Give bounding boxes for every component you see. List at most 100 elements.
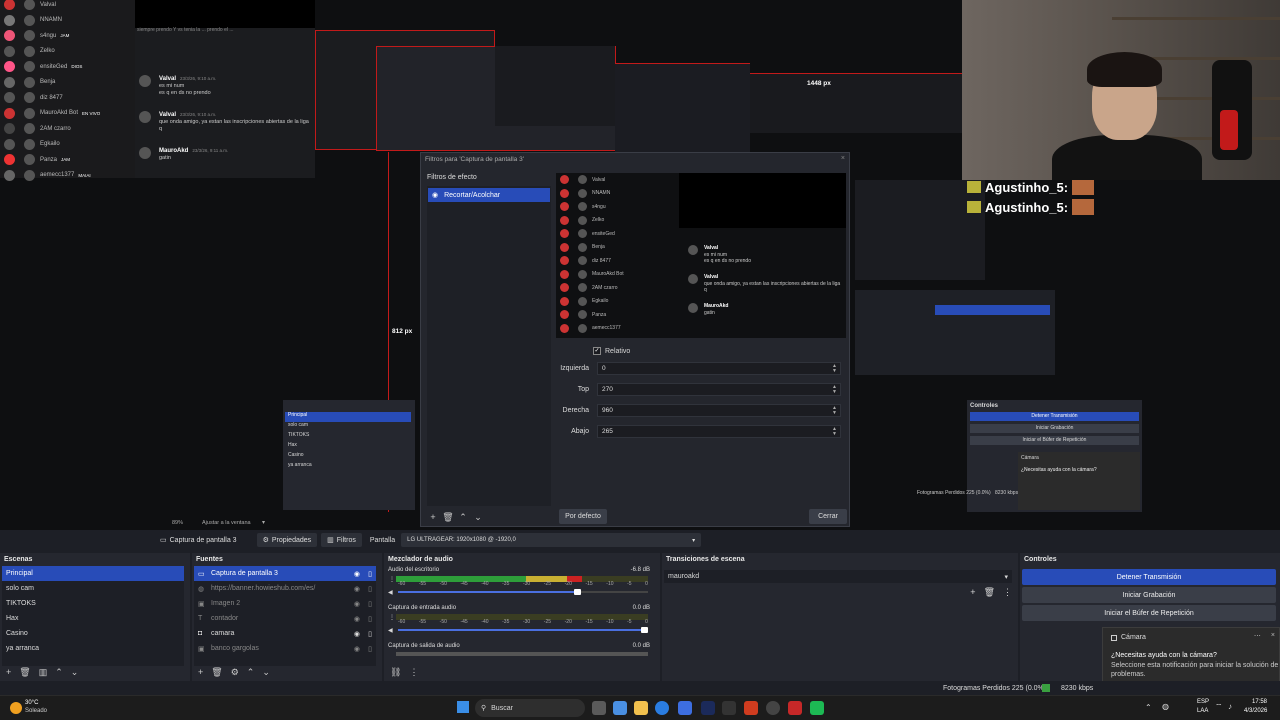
mute-icon[interactable]: ◀ bbox=[388, 589, 393, 596]
windows-start-icon[interactable] bbox=[457, 701, 469, 713]
transition-select[interactable]: mauroakd ▾ bbox=[664, 570, 1012, 583]
lang-secondary[interactable]: LAA bbox=[1197, 708, 1208, 714]
source-item[interactable]: ◍ https://banner.howieshub.com/es/ ◉ ▯ bbox=[194, 581, 376, 596]
chevron-up-icon[interactable]: ⌃ bbox=[1145, 703, 1152, 712]
taskbar-search[interactable]: ⚲ Buscar bbox=[475, 699, 585, 717]
volume-slider[interactable] bbox=[398, 627, 648, 633]
scene-item[interactable]: Hax bbox=[2, 611, 184, 626]
chevron-down-icon[interactable]: ▾ bbox=[262, 519, 265, 526]
screen-select[interactable]: LG ULTRAGEAR: 1920x1080 @ -1920,0 ▾ bbox=[401, 533, 702, 547]
app-icon[interactable] bbox=[788, 701, 802, 715]
lock-icon[interactable]: ▯ bbox=[368, 600, 372, 608]
crop-right-input[interactable]: 960 ▲ ▼ bbox=[597, 404, 841, 417]
mute-icon[interactable]: ◀ bbox=[388, 627, 393, 634]
camera-notification[interactable]: Cámara ⋯ × ¿Necesitas ayuda con la cámar… bbox=[1102, 627, 1280, 685]
browser-icon[interactable] bbox=[613, 701, 627, 715]
scene-item[interactable]: Principal bbox=[2, 566, 184, 581]
brave-icon[interactable] bbox=[744, 701, 758, 715]
wifi-icon[interactable]: ⌔ bbox=[1215, 702, 1223, 712]
eye-icon[interactable]: ◉ bbox=[354, 600, 360, 608]
spin-arrows-icon[interactable]: ▲ ▼ bbox=[832, 385, 837, 395]
close-icon[interactable]: × bbox=[841, 155, 845, 162]
clock-time[interactable]: 17:58 bbox=[1252, 699, 1267, 705]
lock-icon[interactable]: ▯ bbox=[368, 645, 372, 653]
fl-studio-icon[interactable] bbox=[701, 701, 715, 715]
spin-arrows-icon[interactable]: ▲ ▼ bbox=[832, 427, 837, 437]
zoom-fit[interactable]: Ajustar a la ventana bbox=[202, 520, 251, 526]
filters-button[interactable]: ▥ Filtros bbox=[321, 533, 362, 547]
scene-item[interactable]: TIKTOKS bbox=[2, 596, 184, 611]
file-explorer-icon[interactable] bbox=[634, 701, 648, 715]
edge-icon[interactable] bbox=[655, 701, 669, 715]
scene-item[interactable]: solo cam bbox=[2, 581, 184, 596]
source-item[interactable]: ▣ Imagen 2 ◉ ▯ bbox=[194, 596, 376, 611]
crop-top-input[interactable]: 270 ▲ ▼ bbox=[597, 383, 841, 396]
weather-icon[interactable] bbox=[10, 702, 22, 714]
link-icon[interactable]: ⛓ bbox=[390, 667, 401, 678]
scene-item[interactable]: ya arranca bbox=[2, 641, 184, 656]
add-icon[interactable]: + bbox=[970, 587, 975, 598]
clock-date[interactable]: 4/3/2026 bbox=[1244, 708, 1267, 714]
crop-bottom-input[interactable]: 265 ▲ ▼ bbox=[597, 425, 841, 438]
crop-left-input[interactable]: 0 ▲ ▼ bbox=[597, 362, 841, 375]
trash-icon[interactable]: 🗑 bbox=[19, 667, 30, 678]
volume-slider[interactable] bbox=[398, 589, 648, 595]
task-view-icon[interactable] bbox=[592, 701, 606, 715]
close-button[interactable]: Cerrar bbox=[809, 509, 847, 524]
eye-icon[interactable]: ◉ bbox=[354, 645, 360, 653]
more-icon[interactable]: ⋯ bbox=[1254, 632, 1261, 640]
obs-icon[interactable] bbox=[766, 701, 780, 715]
more-icon[interactable]: ⋮ bbox=[389, 576, 395, 583]
filter-icon[interactable]: ▥ bbox=[39, 667, 48, 678]
source-item[interactable]: ▭ Captura de pantalla 3 ◉ ▯ bbox=[194, 566, 376, 581]
arrow-up-icon[interactable]: ⌃ bbox=[247, 667, 255, 678]
trash-icon[interactable]: 🗑 bbox=[442, 511, 454, 523]
arrow-down-icon[interactable]: ⌄ bbox=[71, 667, 79, 678]
slider-knob[interactable] bbox=[641, 627, 648, 633]
source-item[interactable]: ◘ camara ◉ ▯ bbox=[194, 626, 376, 641]
filter-item-crop[interactable]: ◉ Recortar/Acolchar bbox=[428, 188, 550, 202]
add-icon[interactable]: + bbox=[198, 667, 203, 677]
trash-icon[interactable]: 🗑 bbox=[984, 587, 995, 598]
slider-knob[interactable] bbox=[573, 589, 581, 595]
close-icon[interactable]: × bbox=[1271, 632, 1275, 640]
arrow-down-icon[interactable]: ⌄ bbox=[262, 667, 270, 678]
lock-icon[interactable]: ▯ bbox=[368, 570, 372, 578]
trash-icon[interactable]: 🗑 bbox=[211, 667, 222, 678]
properties-button[interactable]: ⚙ Propiedades bbox=[256, 533, 318, 547]
mm-icon[interactable] bbox=[722, 701, 736, 715]
lang-primary[interactable]: ESP bbox=[1197, 699, 1209, 705]
relative-checkbox[interactable]: ✓ Relativo bbox=[593, 347, 630, 355]
stop-stream-button[interactable]: Detener Transmisión bbox=[1022, 569, 1276, 585]
more-icon[interactable]: ⋮ bbox=[409, 667, 418, 678]
lock-icon[interactable]: ▯ bbox=[368, 630, 372, 638]
more-icon[interactable]: ⋮ bbox=[389, 614, 395, 621]
add-icon[interactable]: + bbox=[6, 667, 11, 677]
default-button[interactable]: Por defecto bbox=[559, 509, 607, 524]
eye-icon[interactable]: ◉ bbox=[354, 585, 360, 593]
scene-item[interactable]: Casino bbox=[2, 626, 184, 641]
eye-icon[interactable]: ◉ bbox=[432, 191, 438, 199]
volume-icon[interactable]: ♪ bbox=[1228, 702, 1232, 711]
gear-icon[interactable]: ⚙ bbox=[231, 667, 239, 678]
lock-icon[interactable]: ▯ bbox=[368, 585, 372, 593]
replay-buffer-button[interactable]: Iniciar el Búfer de Repetición bbox=[1022, 605, 1276, 621]
lock-icon[interactable]: ▯ bbox=[368, 615, 372, 623]
kick-icon[interactable] bbox=[810, 701, 824, 715]
more-icon[interactable]: ⋮ bbox=[1003, 587, 1012, 598]
source-item[interactable]: ▣ banco gargolas ◉ ▯ bbox=[194, 641, 376, 656]
add-icon[interactable]: + bbox=[427, 511, 439, 523]
spin-arrows-icon[interactable]: ▲ ▼ bbox=[832, 364, 837, 374]
eye-icon[interactable]: ◉ bbox=[354, 570, 360, 578]
arrow-up-icon[interactable]: ⌃ bbox=[457, 511, 469, 523]
arrow-up-icon[interactable]: ⌃ bbox=[55, 667, 63, 678]
calculator-icon[interactable] bbox=[678, 701, 692, 715]
tray-icon[interactable]: ◍ bbox=[1162, 702, 1169, 711]
source-item[interactable]: Tcontador ◉ ▯ bbox=[194, 611, 376, 626]
spin-arrows-icon[interactable]: ▲ ▼ bbox=[832, 406, 837, 416]
start-recording-button[interactable]: Iniciar Grabación bbox=[1022, 587, 1276, 603]
checkbox-check-icon[interactable]: ✓ bbox=[593, 347, 601, 355]
eye-icon[interactable]: ◉ bbox=[354, 630, 360, 638]
arrow-down-icon[interactable]: ⌄ bbox=[472, 511, 484, 523]
eye-icon[interactable]: ◉ bbox=[354, 615, 360, 623]
